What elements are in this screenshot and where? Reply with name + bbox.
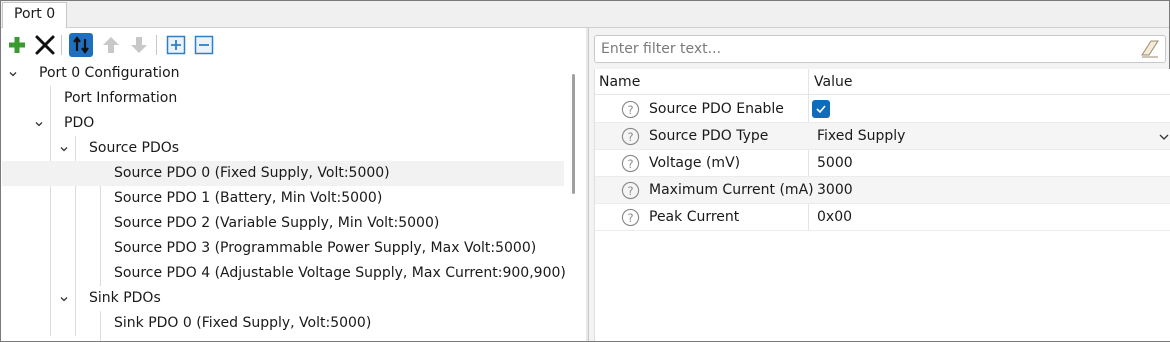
help-icon: ?	[621, 154, 640, 173]
chevron-down-icon[interactable]	[57, 286, 71, 311]
help-icon: ?	[621, 208, 640, 227]
expand-all-icon	[166, 35, 186, 55]
tree-pane: Port 0 Configuration Port Information PD…	[2, 28, 586, 341]
tree-item-sink-pdo-0[interactable]: Sink PDO 0 (Fixed Supply, Volt:5000)	[2, 311, 564, 336]
tree-item-source-pdo-4[interactable]: Source PDO 4 (Adjustable Voltage Supply,…	[2, 261, 566, 286]
move-down-icon	[131, 37, 147, 53]
configuration-tree: Port 0 Configuration Port Information PD…	[2, 61, 567, 341]
tree-item-source-pdo-0[interactable]: Source PDO 0 (Fixed Supply, Volt:5000)	[2, 161, 564, 186]
collapse-all-icon	[194, 35, 214, 55]
property-name: Source PDO Enable	[649, 101, 784, 117]
tree-item-source-pdo-1[interactable]: Source PDO 1 (Battery, Min Volt:5000)	[2, 186, 564, 211]
tree-item-port-0-configuration[interactable]: Port 0 Configuration	[2, 61, 564, 86]
property-name: Maximum Current (mA)	[649, 182, 814, 198]
property-row-source-pdo-type[interactable]: ? Source PDO Type Fixed Supply	[595, 123, 1170, 150]
voltage-value[interactable]: 5000	[817, 150, 853, 177]
help-icon: ?	[621, 181, 640, 200]
properties-pane: Name Value ? Source PDO Enable ?	[588, 28, 1170, 341]
checkmark-icon	[816, 105, 826, 114]
tree-item-source-pdos[interactable]: Source PDOs	[2, 136, 564, 161]
tree-item-label: Source PDO 1 (Battery, Min Volt:5000)	[114, 190, 383, 206]
toolbar-separator	[156, 35, 157, 55]
tree-item-sink-pdos[interactable]: Sink PDOs	[2, 286, 564, 311]
svg-text:?: ?	[627, 103, 633, 117]
tree-toolbar	[2, 31, 586, 61]
svg-text:?: ?	[627, 211, 633, 225]
property-row-peak-current[interactable]: ? Peak Current 0x00	[595, 204, 1170, 231]
property-grid-header: Name Value	[595, 69, 1170, 95]
move-up-icon	[103, 37, 119, 53]
scrollbar-thumb[interactable]	[572, 74, 575, 194]
tree-item-label: Port Information	[64, 90, 178, 106]
tree-item-pdo[interactable]: PDO	[2, 111, 564, 136]
property-grid: Name Value ? Source PDO Enable ? Source …	[594, 69, 1170, 341]
tree-item-label: Source PDO 2 (Variable Supply, Min Volt:…	[114, 215, 440, 231]
column-header-value[interactable]: Value	[814, 69, 852, 95]
chevron-down-icon[interactable]	[1158, 131, 1170, 143]
tree-item-label: PDO	[64, 115, 95, 131]
tree-item-source-pdo-2[interactable]: Source PDO 2 (Variable Supply, Min Volt:…	[2, 211, 564, 236]
sort-icon	[73, 36, 89, 54]
collapse-all-button[interactable]	[192, 33, 216, 57]
tab-strip: Port 0	[1, 1, 1169, 28]
add-button[interactable]	[5, 33, 29, 57]
sort-button[interactable]	[69, 33, 93, 57]
property-name: Peak Current	[649, 209, 740, 225]
expand-all-button[interactable]	[164, 33, 188, 57]
eraser-icon[interactable]	[1140, 39, 1160, 59]
tree-item-source-pdo-3[interactable]: Source PDO 3 (Programmable Power Supply,…	[2, 236, 564, 261]
filter-input[interactable]	[601, 36, 1131, 62]
property-row-voltage[interactable]: ? Voltage (mV) 5000	[595, 150, 1170, 177]
svg-text:?: ?	[627, 130, 633, 144]
help-icon: ?	[621, 127, 640, 146]
tree-item-label: Port 0 Configuration	[39, 65, 180, 81]
source-pdo-type-dropdown[interactable]: Fixed Supply	[817, 123, 905, 150]
window-frame: Port 0 Port 0 Configuration Port Informa…	[0, 0, 1170, 342]
move-down-button[interactable]	[127, 33, 151, 57]
tree-item-label: Source PDO 0 (Fixed Supply, Volt:5000)	[114, 165, 390, 181]
filter-box	[594, 35, 1166, 63]
chevron-down-icon[interactable]	[6, 61, 20, 86]
tree-item-label: Source PDO 4 (Adjustable Voltage Supply,…	[114, 265, 566, 281]
tree-item-label: Source PDO 3 (Programmable Power Supply,…	[114, 240, 537, 256]
tree-item-label: Sink PDO 0 (Fixed Supply, Volt:5000)	[114, 315, 372, 331]
chevron-down-icon[interactable]	[57, 136, 71, 161]
tree-item-port-information[interactable]: Port Information	[2, 86, 564, 111]
move-up-button[interactable]	[99, 33, 123, 57]
column-header-name[interactable]: Name	[599, 69, 640, 95]
maximum-current-value[interactable]: 3000	[817, 177, 853, 204]
svg-text:?: ?	[627, 184, 633, 198]
svg-text:?: ?	[627, 157, 633, 171]
tree-item-label: Sink PDOs	[89, 290, 161, 306]
property-row-source-pdo-enable[interactable]: ? Source PDO Enable	[595, 96, 1170, 123]
property-name: Voltage (mV)	[649, 155, 741, 171]
chevron-down-icon[interactable]	[32, 111, 46, 136]
tree-item-label: Source PDOs	[89, 140, 180, 156]
peak-current-value[interactable]: 0x00	[817, 204, 852, 231]
source-pdo-enable-checkbox[interactable]	[812, 100, 830, 118]
delete-button[interactable]	[33, 33, 57, 57]
tab-port-0[interactable]: Port 0	[2, 2, 68, 28]
tree-scrollbar[interactable]	[569, 28, 586, 341]
property-row-maximum-current[interactable]: ? Maximum Current (mA) 3000	[595, 177, 1170, 204]
delete-icon	[35, 35, 55, 55]
add-icon	[9, 37, 25, 53]
toolbar-separator	[61, 35, 62, 55]
help-icon: ?	[621, 100, 640, 119]
property-name: Source PDO Type	[649, 128, 769, 144]
